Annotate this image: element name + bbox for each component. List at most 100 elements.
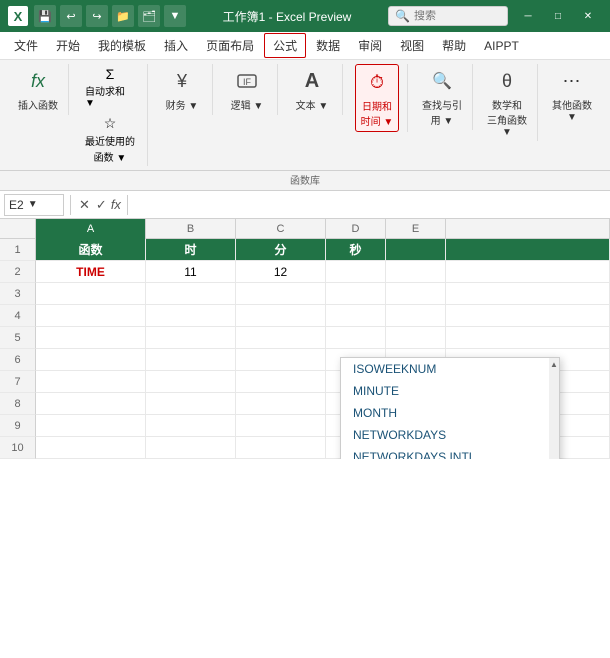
- finance-button[interactable]: ¥ 财务 ▼: [160, 64, 204, 115]
- app-logo: X: [8, 6, 28, 26]
- fx-icon: fx: [24, 67, 52, 95]
- menu-data[interactable]: 数据: [308, 34, 348, 57]
- cell-f1[interactable]: [446, 239, 610, 261]
- datetime-button[interactable]: ⏱ 日期和时间 ▼: [355, 64, 399, 132]
- confirm-formula-icon[interactable]: ✓: [94, 195, 109, 215]
- ribbon-group-text: A 文本 ▼: [282, 64, 343, 115]
- menu-help[interactable]: 帮助: [434, 34, 474, 57]
- title-bar: X 💾 ↩ ↪ 📁 🗂 ▼ 工作簿1 - Excel Preview 🔍 ─ □…: [0, 0, 610, 32]
- cell-d2[interactable]: [326, 261, 386, 283]
- logic-button[interactable]: IF 逻辑 ▼: [225, 64, 269, 115]
- menu-aippt[interactable]: AIPPT: [476, 36, 527, 56]
- cell-f2[interactable]: [446, 261, 610, 283]
- recent-functions-button[interactable]: ☆ 最近使用的 函数 ▼: [81, 113, 139, 166]
- folder-icon[interactable]: 🗂: [138, 5, 160, 27]
- save-icon[interactable]: 💾: [34, 5, 56, 27]
- math-icon: θ: [493, 67, 521, 95]
- dropdown-item-month[interactable]: MONTH: [341, 402, 549, 424]
- table-row: 4: [0, 305, 610, 327]
- search-input[interactable]: [414, 10, 494, 22]
- ribbon-group-math: θ 数学和三角函数 ▼: [477, 64, 538, 141]
- dropdown-arrow-icon: ▼: [28, 199, 38, 210]
- sheet-container: A B C D E 1 函数 时 分 秒 2 TIME 11 12 3 4 5 …: [0, 219, 610, 459]
- ribbon-group-logic: IF 逻辑 ▼: [217, 64, 278, 115]
- table-row: 1 函数 时 分 秒: [0, 239, 610, 261]
- menu-templates[interactable]: 我的模板: [90, 34, 154, 57]
- clock-icon: ⏱: [363, 68, 391, 96]
- ribbon: fx 插入函数 Σ 自动求和 ▼ ☆ 最近使用的 函数 ▼ ¥ 财务 ▼: [0, 60, 610, 171]
- more-icon: ⋯: [558, 67, 586, 95]
- cell-c1[interactable]: 分: [236, 239, 326, 261]
- dropdown-item-minute[interactable]: MINUTE: [341, 380, 549, 402]
- ribbon-group-datetime: ⏱ 日期和时间 ▼: [347, 64, 408, 132]
- dropdown-item-networkdays[interactable]: NETWORKDAYS: [341, 424, 549, 446]
- corner-cell: [0, 219, 36, 238]
- dropdown-item-networkdays-intl[interactable]: NETWORKDAYS.INTL: [341, 446, 549, 459]
- logic-icon: IF: [233, 67, 261, 95]
- cell-a2[interactable]: TIME: [36, 261, 146, 283]
- ribbon-group-lookup: 🔍 查找与引用 ▼: [412, 64, 473, 130]
- ribbon-group-more: ⋯ 其他函数 ▼: [542, 64, 602, 126]
- col-header-c[interactable]: C: [236, 219, 326, 239]
- close-button[interactable]: ✕: [574, 5, 602, 27]
- cell-ref-value: E2: [9, 198, 24, 212]
- dropdown-item-isoweeknum[interactable]: ISOWEEKNUM: [341, 358, 549, 380]
- cancel-formula-icon[interactable]: ✕: [77, 195, 92, 215]
- cell-c2[interactable]: 12: [236, 261, 326, 283]
- ribbon-group-fx: fx 插入函数: [8, 64, 69, 115]
- more-functions-button[interactable]: ⋯ 其他函数 ▼: [550, 64, 594, 126]
- cell-reference-box[interactable]: E2 ▼: [4, 194, 64, 216]
- scrollbar[interactable]: ▲ ▼: [549, 358, 559, 459]
- undo-icon[interactable]: ↩: [60, 5, 82, 27]
- title-bar-icons: 💾 ↩ ↪ 📁 🗂 ▼: [34, 5, 186, 27]
- cell-b1[interactable]: 时: [146, 239, 236, 261]
- lookup-button[interactable]: 🔍 查找与引用 ▼: [420, 64, 464, 130]
- menu-bar: 文件 开始 我的模板 插入 页面布局 公式 数据 审阅 视图 帮助 AIPPT: [0, 32, 610, 60]
- cell-d1[interactable]: 秒: [326, 239, 386, 261]
- table-row: 3: [0, 283, 610, 305]
- ribbon-section-label: 函数库: [0, 171, 610, 191]
- svg-text:IF: IF: [243, 77, 252, 87]
- redo-icon[interactable]: ↪: [86, 5, 108, 27]
- table-row: 2 TIME 11 12: [0, 261, 610, 283]
- col-header-rest[interactable]: [446, 219, 610, 239]
- search-bar[interactable]: 🔍: [388, 6, 508, 26]
- col-header-d[interactable]: D: [326, 219, 386, 239]
- text-button[interactable]: A 文本 ▼: [290, 64, 334, 115]
- scroll-up-button[interactable]: ▲: [548, 358, 560, 371]
- customize-icon[interactable]: ▼: [164, 5, 186, 27]
- function-dropdown: ISOWEEKNUM MINUTE MONTH NETWORKDAYS NETW…: [340, 357, 560, 459]
- window-controls: ─ □ ✕: [514, 5, 602, 27]
- table-row: 5: [0, 327, 610, 349]
- dropdown-list: ISOWEEKNUM MINUTE MONTH NETWORKDAYS NETW…: [341, 358, 559, 459]
- col-header-e[interactable]: E: [386, 219, 446, 239]
- math-button[interactable]: θ 数学和三角函数 ▼: [485, 64, 529, 141]
- menu-view[interactable]: 视图: [392, 34, 432, 57]
- col-header-a[interactable]: A: [36, 219, 146, 239]
- menu-layout[interactable]: 页面布局: [198, 34, 262, 57]
- col-header-b[interactable]: B: [146, 219, 236, 239]
- minimize-button[interactable]: ─: [514, 5, 542, 27]
- menu-review[interactable]: 审阅: [350, 34, 390, 57]
- maximize-button[interactable]: □: [544, 5, 572, 27]
- cell-e2[interactable]: [386, 261, 446, 283]
- menu-insert[interactable]: 插入: [156, 34, 196, 57]
- column-headers: A B C D E: [0, 219, 610, 239]
- open-icon[interactable]: 📁: [112, 5, 134, 27]
- insert-function-button[interactable]: fx 插入函数: [16, 64, 60, 115]
- menu-formula[interactable]: 公式: [264, 33, 306, 58]
- autosum-button[interactable]: Σ 自动求和 ▼: [81, 64, 139, 111]
- finance-icon: ¥: [168, 67, 196, 95]
- formula-divider: [70, 195, 71, 215]
- cell-b2[interactable]: 11: [146, 261, 236, 283]
- text-icon: A: [298, 67, 326, 95]
- menu-file[interactable]: 文件: [6, 34, 46, 57]
- formula-divider2: [127, 195, 128, 215]
- window-title: 工作簿1 - Excel Preview: [192, 8, 382, 25]
- menu-home[interactable]: 开始: [48, 34, 88, 57]
- formula-input[interactable]: [134, 194, 606, 216]
- cell-a1[interactable]: 函数: [36, 239, 146, 261]
- insert-function-label: 插入函数: [18, 97, 58, 112]
- cell-e1[interactable]: [386, 239, 446, 261]
- lookup-icon: 🔍: [428, 67, 456, 95]
